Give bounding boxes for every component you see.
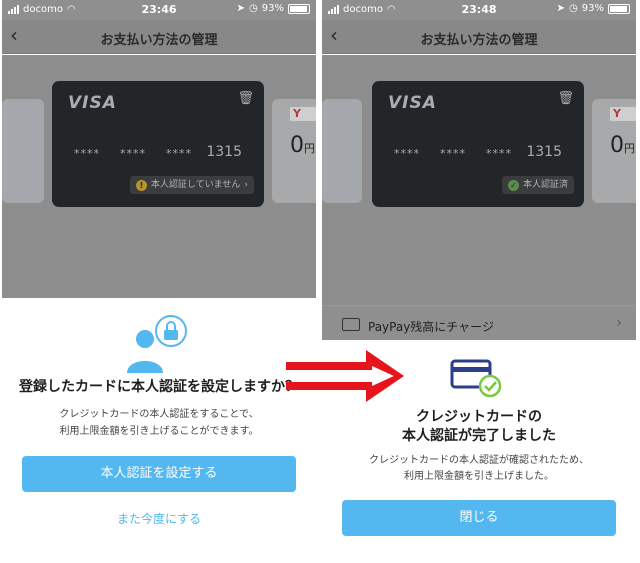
set-verification-button[interactable]: 本人認証を設定する (22, 456, 296, 492)
sheet-desc-line1: クレジットカードの本人認証をすることで、 (59, 409, 259, 420)
brand-logo: Y (610, 107, 636, 121)
card-mask-2: **** (120, 147, 146, 160)
balance-amount: 0円 (610, 133, 635, 158)
card-mask-3: **** (486, 147, 512, 160)
previous-card[interactable] (322, 99, 362, 203)
card-brand: VISA (388, 93, 437, 113)
later-button[interactable]: また今度にする (2, 510, 316, 527)
chevron-right-icon: › (244, 180, 248, 190)
previous-card[interactable] (2, 99, 44, 203)
alarm-icon: ◷ (249, 3, 258, 14)
location-icon: ➤ (236, 3, 246, 14)
badge-label: 本人認証していません (150, 180, 241, 190)
dimmed-card-area: VISA 🗑 **** **** **** 1315 ✓ 本人認証済 Y 0円 (322, 55, 636, 305)
next-card[interactable]: Y 0円 (592, 99, 636, 203)
card-mask-3: **** (166, 147, 192, 160)
warning-icon: ! (135, 179, 147, 191)
card-mask-2: **** (440, 147, 466, 160)
sheet-desc-line2: 利用上限金額を引き上げました。 (404, 471, 554, 482)
card-mask-1: **** (394, 147, 420, 160)
card-last4: 1315 (526, 144, 562, 160)
trash-icon[interactable]: 🗑 (237, 91, 254, 106)
card-last4: 1315 (206, 144, 242, 160)
close-button[interactable]: 閉じる (342, 500, 616, 536)
badge-label: 本人認証済 (522, 180, 568, 190)
page-title: お支払い方法の管理 (420, 33, 538, 48)
brand-logo: Y (290, 107, 316, 121)
balance-amount: 0円 (290, 133, 315, 158)
screen-before: docomo ◠ 23:46 ➤ ◷ 93% ‹ お支払い方法の管理 VISA … (2, 0, 316, 560)
card-brand: VISA (68, 93, 117, 113)
transition-arrow-icon (286, 350, 404, 402)
divider (318, 0, 320, 563)
status-badge[interactable]: ! 本人認証していません › (129, 176, 254, 194)
battery-percent: 93% (581, 3, 604, 14)
credit-card[interactable]: VISA 🗑 **** **** **** 1315 ! 本人認証していません … (52, 81, 264, 207)
battery-percent: 93% (261, 3, 284, 14)
status-right: ➤ ◷ 93% (557, 3, 630, 14)
sheet-heading: 登録したカードに本人認証を設定しますか？ (19, 379, 299, 395)
user-lock-icon (127, 315, 187, 373)
credit-card[interactable]: VISA 🗑 **** **** **** 1315 ✓ 本人認証済 (372, 81, 584, 207)
confirm-sheet: 登録したカードに本人認証を設定しますか？ クレジットカードの本人認証をすることで… (2, 298, 316, 560)
nav-bar: ‹ お支払い方法の管理 (2, 20, 316, 54)
sheet-heading-line1: クレジットカードの (416, 409, 542, 425)
page-title: お支払い方法の管理 (100, 33, 218, 48)
wallet-icon (342, 318, 360, 331)
battery-icon (288, 3, 310, 14)
status-bar: docomo ◠ 23:48 ➤ ◷ 93% (322, 0, 636, 20)
screen-after: docomo ◠ 23:48 ➤ ◷ 93% ‹ お支払い方法の管理 VISA … (322, 0, 636, 560)
sheet-desc-line1: クレジットカードの本人認証が確認されたため、 (369, 455, 589, 466)
card-check-icon (450, 359, 502, 398)
charge-label: PayPay残高にチャージ (368, 320, 494, 334)
next-card[interactable]: Y 0円 (272, 99, 316, 203)
paypay-charge-row[interactable]: PayPay残高にチャージ › (322, 305, 636, 345)
dimmed-card-area: VISA 🗑 **** **** **** 1315 ! 本人認証していません … (2, 55, 316, 305)
sheet-heading-line2: 本人認証が完了しました (402, 428, 556, 444)
status-badge[interactable]: ✓ 本人認証済 (501, 176, 574, 194)
trash-icon[interactable]: 🗑 (557, 91, 574, 106)
status-bar: docomo ◠ 23:46 ➤ ◷ 93% (2, 0, 316, 20)
location-icon: ➤ (556, 3, 566, 14)
status-right: ➤ ◷ 93% (237, 3, 310, 14)
alarm-icon: ◷ (569, 3, 578, 14)
sheet-desc-line2: 利用上限金額を引き上げることができます。 (59, 426, 259, 437)
battery-icon (608, 3, 630, 14)
chevron-right-icon: › (616, 315, 622, 331)
card-mask-1: **** (74, 147, 100, 160)
check-icon: ✓ (507, 179, 519, 191)
nav-bar: ‹ お支払い方法の管理 (322, 20, 636, 54)
